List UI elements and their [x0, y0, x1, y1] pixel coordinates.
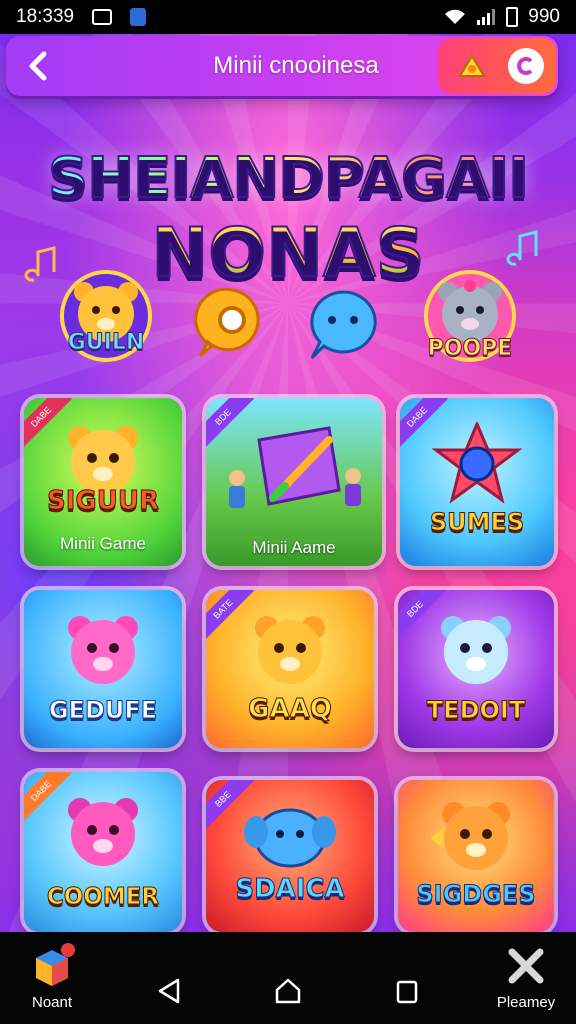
- app-header: Minii cnooinesa: [6, 36, 558, 96]
- nav-recents-icon[interactable]: [390, 974, 424, 1008]
- back-arrow-icon[interactable]: [18, 46, 58, 86]
- game-tile-sumes[interactable]: DABE SUMES: [400, 398, 554, 566]
- character-label: GUILN: [67, 330, 145, 356]
- nav-right-label: Pleamey: [496, 994, 556, 1011]
- status-time: 18:339: [16, 6, 75, 27]
- app-notification-icon: [130, 8, 147, 26]
- nav-left-label: Noant: [31, 994, 73, 1011]
- tile-title: GEDUFE: [48, 696, 158, 725]
- battery-text: 990: [528, 6, 560, 27]
- game-tile-siguur[interactable]: DABE SIGUUR Minii Game: [24, 398, 182, 566]
- character-label: POOPE: [427, 336, 513, 362]
- pink-bear-icon: [68, 616, 138, 684]
- tile-title: TEDOIT: [426, 696, 526, 725]
- game-tile-sdaica[interactable]: BBE SDAICA: [206, 780, 374, 932]
- wifi-icon: [445, 9, 466, 24]
- game-hub-screen: Minii cnooinesa SHEIANDPAGAII NONAS GUIL…: [0, 34, 576, 932]
- character-poope[interactable]: POOPE: [420, 270, 520, 370]
- kite-icon: [229, 426, 361, 508]
- star-orb-icon: [432, 422, 522, 504]
- tile-title: SIGDGES: [416, 880, 536, 909]
- music-note-icon: [24, 246, 56, 282]
- nav-home-icon[interactable]: [271, 974, 305, 1008]
- header-title: Minii cnooinesa: [213, 52, 379, 79]
- game-tile-gaaq[interactable]: BATE GAAQ: [206, 590, 374, 748]
- status-bar: 18:339 990: [0, 0, 576, 34]
- blue-bubble-icon: [310, 290, 377, 360]
- game-tile-gedufe[interactable]: GEDUFE: [24, 590, 182, 748]
- orange-bubble-icon: [194, 287, 260, 358]
- reward-icon[interactable]: [456, 50, 488, 82]
- signal-icon: [477, 9, 496, 25]
- music-note-icon: [506, 230, 538, 266]
- nav-app-pleamey[interactable]: Pleamey: [486, 942, 566, 1011]
- blue-bear-icon: [441, 616, 511, 684]
- bottom-navigation: Noant Pleamey: [0, 932, 576, 1024]
- elephant-icon: [244, 808, 336, 868]
- message-icon: [92, 9, 113, 25]
- game-tile-coomer[interactable]: DABE COOMER: [24, 772, 182, 932]
- fox-icon: [430, 802, 510, 870]
- pink-bear-icon: [68, 798, 138, 866]
- tile-title: SIGUUR: [47, 486, 160, 517]
- box-app-icon: [36, 943, 75, 986]
- nav-back-icon[interactable]: [152, 974, 186, 1008]
- tile-caption: Minii Aame: [252, 538, 336, 557]
- tile-title: COOMER: [46, 884, 160, 911]
- tile-title: GAAQ: [248, 694, 333, 725]
- game-tile-minii-aame[interactable]: BDE Minii Aame: [206, 398, 382, 566]
- hamster-icon: [255, 616, 325, 684]
- game-tile-sigdges[interactable]: SIGDGES: [398, 780, 554, 932]
- tile-title: SDAICA: [235, 874, 345, 905]
- tile-title: SUMES: [429, 508, 525, 537]
- profile-icon[interactable]: [508, 48, 544, 84]
- header-actions: [438, 38, 556, 94]
- character-guiln[interactable]: GUILN: [56, 270, 156, 370]
- logo-line-1: SHEIANDPAGAII: [47, 145, 530, 212]
- character-orange-bubble[interactable]: [192, 284, 292, 384]
- game-tile-tedoit[interactable]: BDE TEDOIT: [398, 590, 554, 748]
- tools-app-icon: [508, 948, 544, 984]
- bear-badge-icon: [60, 270, 152, 362]
- battery-icon: [506, 7, 519, 27]
- character-blue-bubble[interactable]: [300, 284, 400, 384]
- nav-app-noant[interactable]: Noant: [20, 942, 84, 1011]
- tile-caption: Minii Game: [60, 534, 146, 553]
